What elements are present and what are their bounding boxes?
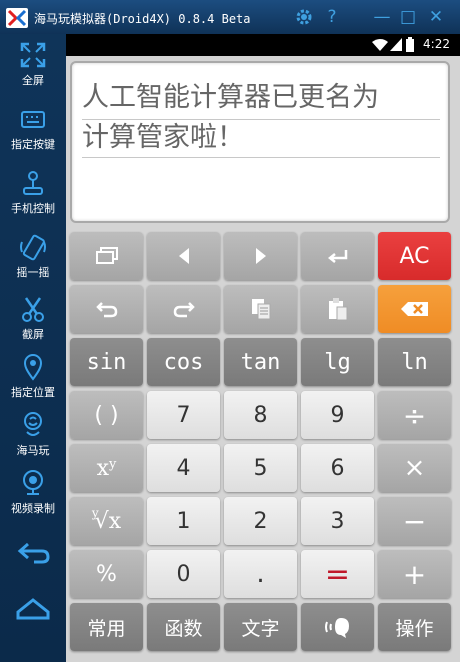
android-status-bar: 4:22 bbox=[66, 34, 460, 56]
keyboard-icon bbox=[21, 111, 45, 128]
plus-key[interactable]: + bbox=[378, 550, 451, 598]
undo-key[interactable] bbox=[70, 285, 143, 333]
parentheses-key[interactable]: ( ) bbox=[70, 391, 143, 439]
fullscreen-icon bbox=[20, 42, 46, 68]
back-arrow-icon[interactable] bbox=[16, 538, 52, 568]
signal-icon bbox=[390, 38, 402, 51]
undo-icon bbox=[95, 302, 117, 318]
display-line-1: 人工智能计算器已更名为 bbox=[82, 82, 379, 113]
power-key[interactable]: xy bbox=[70, 444, 143, 492]
digit-0-key[interactable]: 0 bbox=[147, 550, 220, 598]
digit-3-key[interactable]: 3 bbox=[301, 497, 374, 545]
home-icon[interactable] bbox=[15, 596, 51, 624]
multiply-key[interactable]: × bbox=[378, 444, 451, 492]
display-divider bbox=[82, 157, 440, 158]
sidebar-item-label: 摇一摇 bbox=[16, 266, 50, 279]
display-divider bbox=[82, 119, 440, 120]
window-title: 海马玩模拟器(Droid4X) 0.8.4 Beta bbox=[34, 12, 251, 26]
copy-key[interactable] bbox=[224, 285, 297, 333]
tab-text[interactable]: 文字 bbox=[224, 603, 297, 651]
minimize-button[interactable]: — bbox=[372, 7, 392, 27]
enter-icon bbox=[327, 250, 347, 263]
digit-6-key[interactable]: 6 bbox=[301, 444, 374, 492]
shake-icon bbox=[20, 234, 46, 261]
sidebar-item-phone-control[interactable]: 手机控制 bbox=[0, 164, 66, 226]
digit-9-key[interactable]: 9 bbox=[301, 391, 374, 439]
digit-5-key[interactable]: 5 bbox=[224, 444, 297, 492]
sidebar-item-fullscreen[interactable]: 全屏 bbox=[0, 36, 66, 98]
right-arrow-icon bbox=[255, 248, 266, 264]
sidebar-item-label: 海马玩 bbox=[16, 444, 50, 457]
copy-icon bbox=[251, 299, 270, 320]
battery-icon bbox=[406, 37, 414, 52]
redo-icon bbox=[173, 302, 195, 318]
divide-key[interactable]: ÷ bbox=[378, 391, 451, 439]
digit-7-key[interactable]: 7 bbox=[147, 391, 220, 439]
help-button[interactable]: ? bbox=[322, 7, 342, 27]
sidebar-item-shake[interactable]: 摇一摇 bbox=[0, 228, 66, 290]
sidebar-item-haimawan[interactable]: 海马玩 bbox=[0, 406, 66, 468]
window-title-bar: 海马玩模拟器(Droid4X) 0.8.4 Beta ? — □ ✕ bbox=[0, 0, 460, 34]
digit-4-key[interactable]: 4 bbox=[147, 444, 220, 492]
scissors-icon bbox=[22, 297, 44, 322]
backspace-icon bbox=[400, 302, 428, 316]
sidebar: 全屏 指定按键 手机控制 摇一摇 截屏 指定位置 海马玩 视频录制 bbox=[0, 34, 66, 662]
sidebar-item-keymap[interactable]: 指定按键 bbox=[0, 100, 66, 162]
status-time: 4:22 bbox=[423, 37, 450, 51]
sidebar-item-screenshot[interactable]: 截屏 bbox=[0, 290, 66, 352]
sidebar-item-label: 视频录制 bbox=[11, 502, 55, 515]
ac-key[interactable]: AC bbox=[378, 232, 451, 280]
sidebar-item-label: 手机控制 bbox=[11, 202, 55, 215]
sin-key[interactable]: sin bbox=[70, 338, 143, 386]
cursor-right-key[interactable] bbox=[224, 232, 297, 280]
digit-8-key[interactable]: 8 bbox=[224, 391, 297, 439]
paste-icon bbox=[328, 298, 347, 321]
power-base: x bbox=[96, 455, 110, 481]
root-key[interactable]: y √x bbox=[70, 497, 143, 545]
maximize-button[interactable]: □ bbox=[398, 7, 418, 27]
digit-1-key[interactable]: 1 bbox=[147, 497, 220, 545]
calculator-display[interactable]: 人工智能计算器已更名为 计算管家啦！ bbox=[70, 61, 450, 223]
window-icon bbox=[95, 247, 118, 264]
cursor-left-key[interactable] bbox=[147, 232, 220, 280]
gear-icon[interactable] bbox=[294, 7, 314, 27]
display-line-2: 计算管家啦！ bbox=[82, 122, 244, 153]
left-arrow-icon bbox=[178, 248, 189, 264]
minus-key[interactable]: − bbox=[378, 497, 451, 545]
redo-key[interactable] bbox=[147, 285, 220, 333]
webcam-icon bbox=[23, 470, 43, 495]
sidebar-item-video-record[interactable]: 视频录制 bbox=[0, 464, 66, 526]
lg-key[interactable]: lg bbox=[301, 338, 374, 386]
close-button[interactable]: ✕ bbox=[426, 7, 446, 27]
sidebar-item-label: 截屏 bbox=[22, 328, 44, 341]
sidebar-item-label: 指定位置 bbox=[11, 386, 55, 399]
location-pin-icon bbox=[23, 354, 43, 381]
sidebar-item-location[interactable]: 指定位置 bbox=[0, 348, 66, 410]
wifi-icon bbox=[372, 39, 388, 51]
backspace-key[interactable] bbox=[378, 285, 451, 333]
app-logo-icon bbox=[6, 8, 28, 28]
tab-operations[interactable]: 操作 bbox=[378, 603, 451, 651]
tab-common[interactable]: 常用 bbox=[70, 603, 143, 651]
root-index: y bbox=[91, 506, 99, 520]
seahorse-icon bbox=[24, 412, 42, 436]
enter-key[interactable] bbox=[301, 232, 374, 280]
percent-key[interactable]: % bbox=[70, 550, 143, 598]
voice-icon bbox=[324, 618, 349, 638]
equals-key[interactable]: = bbox=[301, 550, 374, 598]
decimal-point-key[interactable]: . bbox=[224, 550, 297, 598]
ln-key[interactable]: ln bbox=[378, 338, 451, 386]
window-toggle-key[interactable] bbox=[70, 232, 143, 280]
calculator-app: 人工智能计算器已更名为 计算管家啦！ AC sin cos tan lg ln … bbox=[66, 56, 460, 662]
paste-key[interactable] bbox=[301, 285, 374, 333]
power-exponent: y bbox=[109, 456, 117, 472]
voice-input-key[interactable] bbox=[301, 603, 374, 651]
cos-key[interactable]: cos bbox=[147, 338, 220, 386]
tan-key[interactable]: tan bbox=[224, 338, 297, 386]
joystick-icon bbox=[23, 171, 43, 195]
digit-2-key[interactable]: 2 bbox=[224, 497, 297, 545]
sidebar-item-label: 全屏 bbox=[22, 74, 44, 87]
tab-functions[interactable]: 函数 bbox=[147, 603, 220, 651]
sidebar-item-label: 指定按键 bbox=[11, 138, 55, 151]
